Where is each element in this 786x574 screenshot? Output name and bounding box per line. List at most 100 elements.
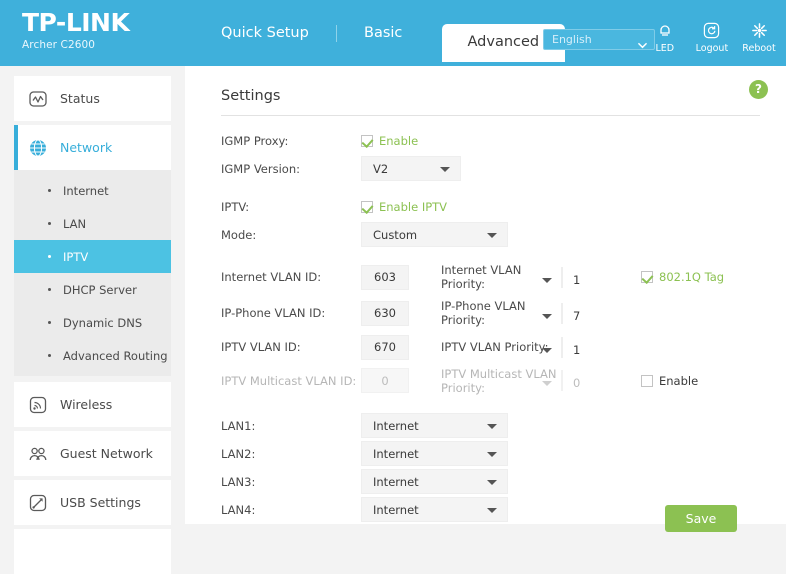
sidebar-item-wireless[interactable]: Wireless: [14, 382, 171, 427]
checkbox-iptv[interactable]: Enable IPTV: [361, 200, 447, 214]
label-mode: Mode:: [221, 227, 257, 242]
chevron-down-icon: [487, 480, 497, 486]
sidebar-item-dynamic-dns[interactable]: Dynamic DNS: [14, 306, 171, 339]
field-iptv-vlan-id-wrap: [361, 334, 441, 360]
nav-basic[interactable]: Basic: [348, 0, 418, 66]
select-lan2[interactable]: Internet: [361, 441, 508, 467]
language-value: English: [552, 33, 592, 46]
reboot-label: Reboot: [742, 43, 776, 54]
sidebar-item-status[interactable]: Status: [14, 76, 171, 121]
bullet-icon: [48, 354, 51, 357]
sidebar-group-guest: Guest Network: [0, 431, 185, 476]
reboot-button[interactable]: Reboot: [740, 22, 778, 54]
led-button[interactable]: LED: [646, 22, 684, 54]
sidebar-item-partial[interactable]: [14, 529, 171, 574]
sidebar-label-dynamic-dns: Dynamic DNS: [63, 315, 143, 330]
bullet-icon: [48, 321, 51, 324]
checkbox-8021q-tag[interactable]: 802.1Q Tag: [641, 270, 724, 284]
sidebar-item-internet[interactable]: Internet: [14, 174, 171, 207]
logout-button[interactable]: Logout: [693, 22, 731, 54]
field-ip-phone-vlan-id-wrap: [361, 300, 441, 326]
settings-panel: Settings IGMP Proxy: Enable IGMP Version…: [185, 66, 786, 524]
row-lan1: LAN1: Internet: [221, 413, 760, 439]
sidebar-label-dhcp-server: DHCP Server: [63, 282, 137, 297]
logout-label: Logout: [695, 43, 729, 54]
checkbox-label-8021q-tag: 802.1Q Tag: [659, 270, 725, 285]
select-mode[interactable]: Custom: [361, 222, 508, 247]
sidebar-item-advanced-routing[interactable]: Advanced Routing: [14, 339, 171, 372]
select-lan3[interactable]: Internet: [361, 469, 508, 495]
row-iptv-vlan: IPTV VLAN ID: IPTV VLAN Priority: 1: [221, 334, 760, 360]
sidebar-group-usb: USB Settings: [0, 480, 185, 525]
select-value-lan1: Internet: [373, 419, 419, 434]
select-value-internet-vlan-priority: 1: [573, 272, 581, 287]
field-iptv-multicast-vlan-id-wrap: [361, 368, 441, 394]
chevron-down-icon: [440, 167, 450, 172]
select-ip-phone-vlan-priority[interactable]: 7: [542, 302, 580, 324]
label-ip-phone-vlan-id: IP-Phone VLAN ID:: [221, 306, 326, 321]
label-iptv: IPTV:: [221, 200, 250, 214]
row-igmp-proxy: IGMP Proxy: Enable: [221, 134, 760, 148]
sidebar-label-status: Status: [60, 91, 100, 106]
field-iptv-multicast-vlan-priority-wrap: 0: [542, 370, 641, 392]
label-internet-vlan-id: Internet VLAN ID:: [221, 270, 322, 285]
row-ip-phone-vlan: IP-Phone VLAN ID: IP-Phone VLAN Priority…: [221, 299, 760, 328]
nav-divider: [335, 25, 337, 42]
sidebar-item-dhcp-server[interactable]: DHCP Server: [14, 273, 171, 306]
app-header: TP-LINK Archer C2600 Quick Setup Basic A…: [0, 0, 786, 66]
bullet-icon: [48, 255, 51, 258]
save-button[interactable]: Save: [665, 505, 737, 532]
language-select[interactable]: English: [543, 29, 655, 50]
usb-icon: [28, 493, 48, 513]
sidebar-item-network[interactable]: Network: [14, 125, 171, 170]
checkbox-igmp-proxy[interactable]: Enable: [361, 134, 418, 148]
checkbox-iptv-multicast-enable[interactable]: Enable: [641, 374, 698, 388]
input-internet-vlan-id[interactable]: [361, 264, 409, 290]
chevron-down-icon: [542, 313, 552, 319]
sidebar-item-lan[interactable]: LAN: [14, 207, 171, 240]
sidebar-label-iptv: IPTV: [63, 249, 89, 264]
field-ip-phone-vlan-priority-wrap: 7: [542, 302, 641, 324]
row-iptv: IPTV: Enable IPTV: [221, 200, 760, 214]
sidebar-label-wireless: Wireless: [60, 397, 113, 412]
header-actions: LED Logout Reboot: [642, 22, 778, 54]
input-ip-phone-vlan-id[interactable]: [361, 300, 409, 326]
sidebar-item-usb-settings[interactable]: USB Settings: [14, 480, 171, 525]
select-value-mode: Custom: [373, 228, 418, 242]
reboot-icon: [740, 22, 778, 41]
sidebar-label-network: Network: [60, 140, 113, 155]
label-igmp-version: IGMP Version:: [221, 161, 300, 176]
guest-network-icon: [28, 444, 48, 464]
select-internet-vlan-priority[interactable]: 1: [542, 266, 580, 288]
row-iptv-multicast-vlan: IPTV Multicast VLAN ID: IPTV Multicast V…: [221, 367, 760, 396]
sidebar-label-advanced-routing: Advanced Routing: [63, 348, 168, 363]
select-iptv-vlan-priority[interactable]: 1: [542, 336, 580, 358]
select-lan4[interactable]: Internet: [361, 497, 508, 523]
sidebar: Status Network Internet LAN IPTV DHCP Se…: [0, 66, 185, 574]
select-igmp-version[interactable]: V2: [361, 156, 461, 181]
led-label: LED: [655, 43, 675, 54]
checkbox-label-igmp-proxy: Enable: [379, 134, 419, 148]
select-value-lan4: Internet: [373, 503, 419, 518]
select-lan1[interactable]: Internet: [361, 413, 508, 439]
sidebar-item-iptv[interactable]: IPTV: [14, 240, 171, 273]
nav-quick-setup[interactable]: Quick Setup: [205, 0, 325, 66]
brand-logo: TP-LINK: [22, 8, 130, 37]
sidebar-group-wireless: Wireless: [0, 382, 185, 427]
sidebar-item-guest-network[interactable]: Guest Network: [14, 431, 171, 476]
sidebar-label-lan: LAN: [63, 216, 87, 231]
input-iptv-vlan-id[interactable]: [361, 334, 409, 360]
status-icon: [28, 89, 48, 109]
globe-icon: [28, 138, 48, 158]
help-icon[interactable]: ?: [749, 80, 768, 99]
row-lan3: LAN3: Internet: [221, 469, 760, 495]
field-iptv-vlan-priority-wrap: 1: [542, 336, 641, 358]
input-iptv-multicast-vlan-id: [361, 368, 409, 394]
select-value-iptv-multicast-vlan-priority: 0: [573, 376, 581, 391]
label-lan4: LAN4:: [221, 502, 256, 517]
checkbox-label-iptv-multicast-enable: Enable: [659, 373, 699, 388]
select-value-ip-phone-vlan-priority: 7: [573, 308, 581, 323]
sidebar-label-guest-network: Guest Network: [60, 446, 153, 461]
bullet-icon: [48, 222, 51, 225]
chevron-down-icon: [487, 508, 497, 514]
